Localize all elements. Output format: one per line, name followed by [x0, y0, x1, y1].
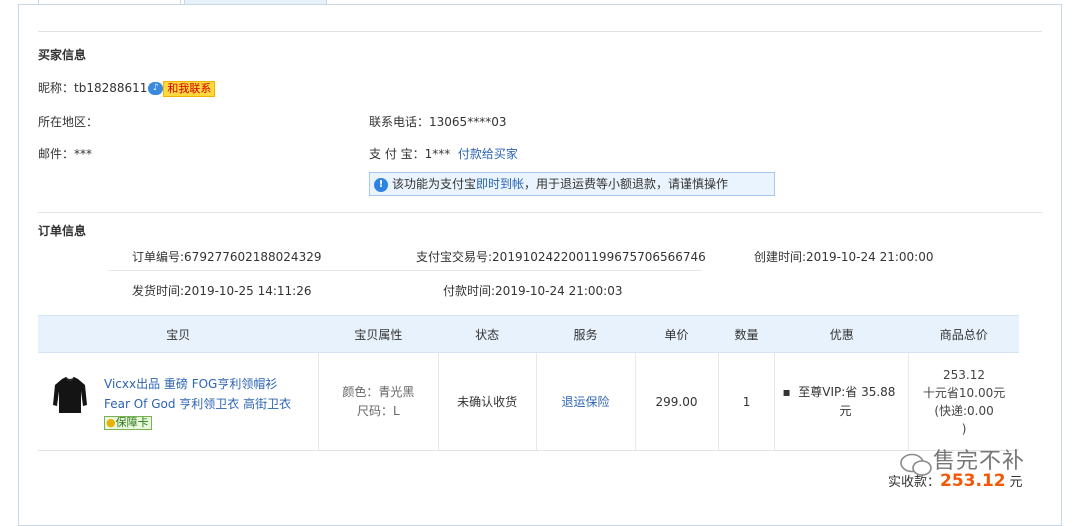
divider: [38, 31, 1042, 32]
item-thumbnail[interactable]: [52, 375, 88, 415]
discount-line: 元: [839, 403, 852, 418]
contact-me-button[interactable]: 和我联系: [163, 80, 216, 97]
bullet-icon: ▪: [782, 384, 799, 399]
total-value: 253.12: [943, 367, 986, 382]
discount-text: 至尊VIP:省 35.88: [798, 384, 896, 399]
table-row: Vicxx出品 重磅 FOG亨利领帽衫 Fear Of God 亨利领卫衣 高街…: [38, 352, 1019, 451]
email-row: 邮件：***: [38, 145, 92, 162]
wechat-icon: [900, 453, 932, 476]
color-attribute: 颜色：青光黑: [342, 384, 415, 399]
email-value: ***: [74, 147, 93, 161]
table-header-row: 宝贝 宝贝属性 状态 服务 单价 数量 优惠 商品总价: [38, 315, 1019, 353]
watermark-text: 售完不补: [933, 449, 1026, 474]
alipay-trade-value: 2019102422001199675706566746: [492, 250, 706, 264]
column-header-service: 服务: [536, 315, 635, 353]
column-header-status: 状态: [438, 315, 537, 353]
service-cell: 退运保险: [535, 352, 635, 451]
return-shipping-insurance-link[interactable]: 退运保险: [562, 395, 610, 409]
info-icon: !: [374, 177, 388, 192]
paid-time-value: 2019-10-24 21:00:03: [495, 284, 623, 298]
attributes-cell: 颜色：青光黑 尺码：L: [317, 352, 439, 451]
notice-text-post: ，用于退运费等小额退款，请谨慎操作: [524, 177, 729, 191]
total-cell: 253.12 十元省10.00元 (快递:0.00 ): [908, 352, 1019, 451]
shipped-time: 发货时间:2019-10-25 14:11:26: [132, 282, 312, 299]
order-section-title: 订单信息: [38, 224, 87, 238]
item-title-link[interactable]: Vicxx出品 重磅 FOG亨利领帽衫 Fear Of God 亨利领卫衣 高街…: [104, 374, 317, 414]
total-shipping-note: (快递:0.00: [934, 403, 994, 418]
item-title-line[interactable]: Fear Of God 亨利领卫衣 高街卫衣: [104, 394, 317, 414]
column-header-unit-price: 单价: [635, 315, 719, 353]
column-header-attributes: 宝贝属性: [318, 315, 439, 353]
total-discount-note: 十元省10.00元: [922, 385, 1006, 400]
lightbulb-icon: ●: [106, 415, 116, 429]
divider: [38, 212, 1042, 213]
unit-price-cell: 299.00: [634, 352, 719, 451]
column-header-quantity: 数量: [718, 315, 775, 353]
alipay-row: 支 付 宝：1*** 付款给买家: [369, 145, 518, 162]
nickname-row: 昵称：tb18288611 ♪ 和我联系: [38, 79, 216, 97]
created-time-label: 创建时间:: [754, 250, 807, 264]
nickname-label: 昵称：: [38, 81, 75, 95]
shipped-time-label: 发货时间:: [132, 284, 185, 298]
total-shipping-close: ): [961, 421, 967, 436]
instant-transfer-link[interactable]: 即时到帐: [476, 177, 524, 191]
phone-value: 13065****03: [429, 115, 507, 129]
notice-text-pre: 该功能为支付宝: [392, 177, 477, 191]
paid-time-label: 付款时间:: [443, 284, 496, 298]
alipay-trade-number: 支付宝交易号:2019102422001199675706566746: [416, 248, 706, 265]
order-number-value: 679277602188024329: [184, 250, 322, 264]
column-header-discount: 优惠: [774, 315, 909, 353]
guarantee-card-badge[interactable]: ●保障卡: [104, 415, 152, 430]
order-items-table: 宝贝 宝贝属性 状态 服务 单价 数量 优惠 商品总价 Vicxx出品 重磅 F…: [38, 315, 1019, 451]
shipped-time-value: 2019-10-25 14:11:26: [184, 284, 312, 298]
column-header-total: 商品总价: [908, 315, 1019, 353]
buyer-section-title: 买家信息: [38, 48, 87, 62]
email-label: 邮件：: [38, 147, 75, 161]
created-time-value: 2019-10-24 21:00:00: [806, 250, 934, 264]
alipay-label: 支 付 宝：: [369, 147, 425, 161]
created-time: 创建时间:2019-10-24 21:00:00: [754, 248, 934, 265]
discount-line: ▪ 至尊VIP:省 35.88: [782, 383, 907, 402]
order-number: 订单编号:679277602188024329: [132, 248, 321, 265]
watermark: 售完不补: [899, 443, 1025, 478]
wangwang-icon[interactable]: ♪: [148, 82, 164, 95]
nickname-value: tb18288611: [74, 81, 148, 95]
instant-transfer-notice: ! 该功能为支付宝即时到帐，用于退运费等小额退款，请谨慎操作: [369, 172, 775, 196]
order-number-label: 订单编号:: [132, 250, 185, 264]
status-cell: 未确认收货: [437, 352, 537, 451]
guarantee-card-label: 保障卡: [115, 415, 149, 429]
discount-entry: ▪ 至尊VIP:省 35.88 元: [776, 383, 907, 421]
column-header-item: 宝贝: [38, 315, 319, 353]
phone-row: 联系电话：13065****03: [369, 113, 506, 130]
phone-label: 联系电话：: [369, 115, 430, 129]
size-attribute: 尺码：L: [356, 403, 400, 418]
alipay-value: 1***: [424, 147, 451, 161]
item-title-line[interactable]: Vicxx出品 重磅 FOG亨利领帽衫: [104, 374, 317, 394]
alipay-trade-label: 支付宝交易号:: [416, 250, 493, 264]
region-label: 所在地区：: [38, 115, 99, 129]
quantity-cell: 1: [717, 352, 775, 451]
paid-time: 付款时间:2019-10-24 21:00:03: [443, 282, 623, 299]
divider: [108, 270, 702, 271]
discount-cell: ▪ 至尊VIP:省 35.88 元: [774, 352, 909, 451]
pay-to-buyer-link[interactable]: 付款给买家: [458, 147, 518, 161]
